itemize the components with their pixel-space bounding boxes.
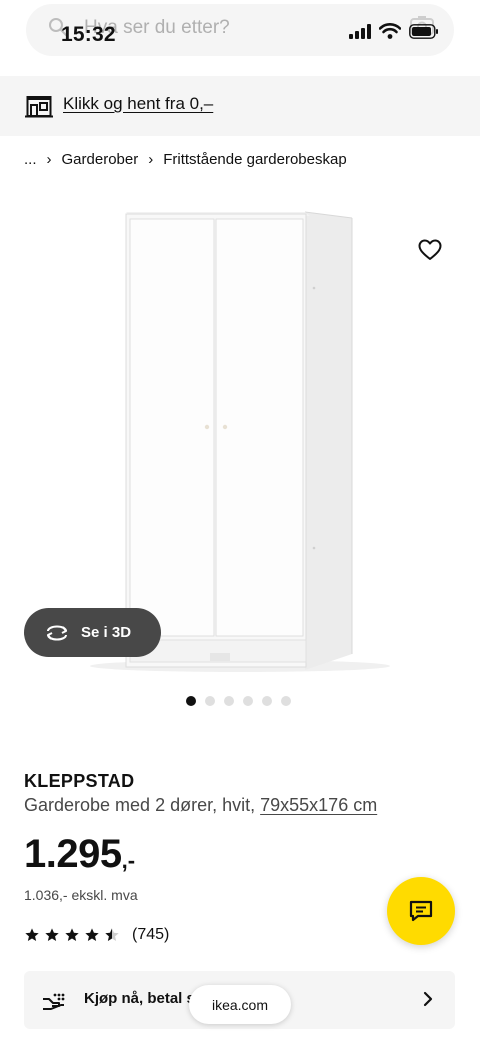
breadcrumb-item-freestanding[interactable]: Frittstående garderobeskap [163,151,346,168]
price-suffix: ,- [121,848,136,873]
gallery-dot[interactable] [205,696,215,706]
see-in-3d-label: Se i 3D [81,624,132,641]
product-rating[interactable]: (745) [24,926,169,944]
store-pickup-icon [25,96,53,118]
breadcrumb: ... › Garderober › Frittstående garderob… [24,151,347,168]
see-in-3d-button[interactable]: Se i 3D [24,608,161,657]
star-icon [85,928,99,941]
gallery-dot[interactable] [224,696,234,706]
gallery-dot[interactable] [186,696,196,706]
click-and-collect-banner[interactable]: Klikk og hent fra 0,– [0,76,480,136]
breadcrumb-item-wardrobes[interactable]: Garderober [62,151,139,168]
gallery-dot[interactable] [243,696,253,706]
battery-icon [409,23,438,39]
rating-count[interactable]: (745) [132,926,169,944]
rotate-3d-icon [47,625,67,640]
gallery-dot[interactable] [281,696,291,706]
heart-icon[interactable] [418,239,442,261]
product-description-text: Garderobe med 2 dører, hvit, [24,795,256,815]
breadcrumb-item-more[interactable]: ... [24,151,37,168]
chat-icon [409,900,433,922]
rating-stars [24,927,120,943]
price-main: 1.295 [24,832,122,876]
product-dimensions-link[interactable]: 79x55x176 cm [260,795,377,815]
wifi-icon [379,23,401,39]
product-price: 1.295 ,- [24,834,135,874]
chevron-right-icon: › [46,151,52,168]
star-half-icon [105,928,119,941]
buy-now-label: Kjøp nå, betal s [84,990,195,1007]
browser-url-pill[interactable]: ikea.com [189,985,291,1024]
payment-icon [43,993,65,1010]
chat-button[interactable] [387,877,455,945]
status-icons [349,23,439,39]
price-excluding-vat: 1.036,- ekskl. mva [24,887,138,903]
gallery-pagination [186,696,291,706]
click-and-collect-link[interactable]: Klikk og hent fra 0,– [63,94,213,114]
star-icon [65,928,79,941]
chevron-right-icon [423,991,433,1007]
star-icon [25,928,39,941]
status-time: 15:32 [61,23,116,46]
chevron-right-icon: › [148,151,154,168]
gallery-dot[interactable] [262,696,272,706]
star-icon [45,928,59,941]
top-bar: Hva ser du etter? 15:32 [0,0,480,76]
cellular-signal-icon [349,23,371,39]
browser-url[interactable]: ikea.com [212,997,268,1013]
product-name: KLEPPSTAD [24,771,135,791]
product-description: Garderobe med 2 dører, hvit, 79x55x176 c… [24,795,377,816]
